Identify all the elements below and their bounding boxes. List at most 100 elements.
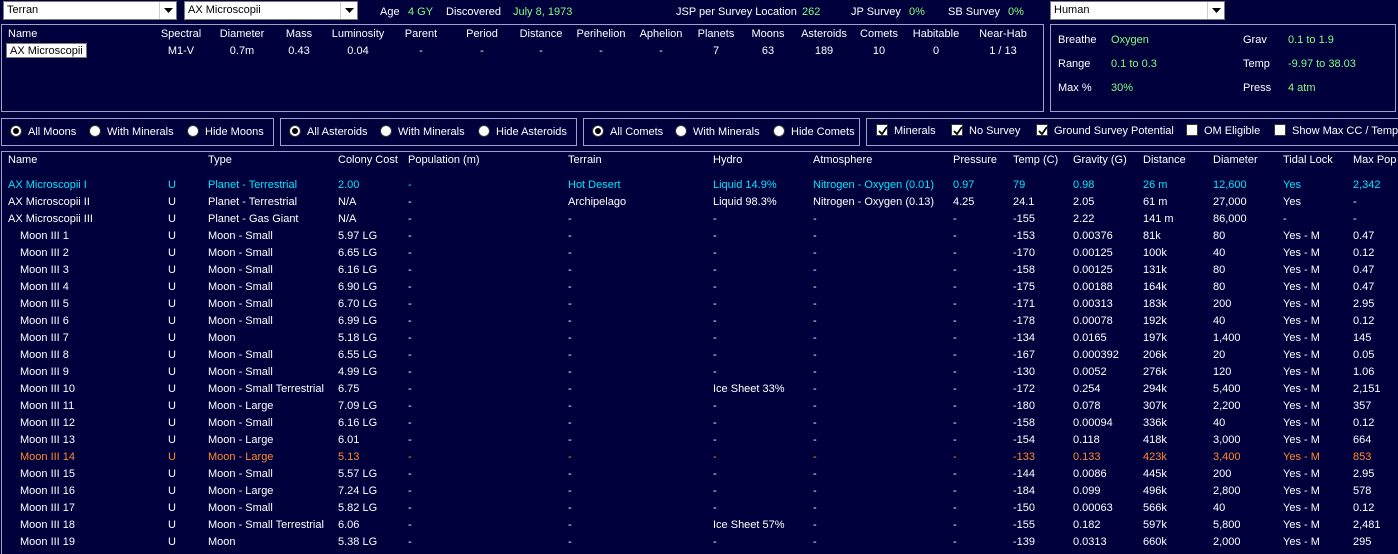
cell-terrain: - — [568, 383, 572, 395]
moons-with-minerals-label: With Minerals — [107, 126, 174, 138]
cell-name: Moon III 6 — [20, 315, 69, 327]
moons-with-minerals-radio[interactable]: With Minerals — [89, 125, 174, 139]
cell-terrain: - — [568, 519, 572, 531]
table-row[interactable]: Moon III 2 U Moon - Small 6.65 LG - - - - - -170 0… — [0, 245, 1398, 262]
cell-terrain: Archipelago — [568, 196, 627, 208]
summary-header-parent: Parent — [404, 28, 438, 40]
cell-maxpop: 578 — [1353, 485, 1372, 497]
col-header-name[interactable]: Name — [8, 154, 37, 166]
cell-dist: 276k — [1143, 366, 1167, 378]
minerals-checkbox[interactable]: Minerals — [876, 124, 936, 138]
cell-temp: -184 — [1013, 485, 1036, 497]
cell-dist: 26 m — [1143, 179, 1168, 191]
col-header-tidal-lock[interactable]: Tidal Lock — [1283, 154, 1333, 166]
no-survey-checkbox[interactable]: No Survey — [951, 124, 1020, 138]
table-row[interactable]: Moon III 1 U Moon - Small 5.97 LG - - - - - -153 0… — [0, 228, 1398, 245]
cell-name: Moon III 10 — [20, 383, 76, 395]
discovered-value: July 8, 1973 — [513, 6, 573, 18]
cell-maxpop: 0.12 — [1353, 502, 1375, 514]
cell-u: U — [168, 417, 176, 429]
cell-atmo: - — [813, 502, 817, 514]
all-comets-radio[interactable]: All Comets — [592, 125, 663, 139]
table-row[interactable]: Moon III 13 U Moon - Large 6.01 - - - - - -154 0.1… — [0, 432, 1398, 449]
table-row[interactable]: Moon III 14 U Moon - Large 5.13 - - - - - -133 0.1… — [0, 449, 1398, 466]
cell-hydro: - — [713, 417, 717, 429]
ground-survey-potential-checkbox[interactable]: Ground Survey Potential — [1036, 124, 1174, 138]
all-moons-radio[interactable]: All Moons — [10, 125, 76, 139]
col-header-distance[interactable]: Distance — [1143, 154, 1186, 166]
cell-type: Moon - Small Terrestrial — [208, 383, 324, 395]
col-header-gravity[interactable]: Gravity (G) — [1073, 154, 1127, 166]
cell-maxpop: - — [1353, 213, 1357, 225]
table-row[interactable]: AX Microscopii I U Planet - Terrestrial 2.0… — [0, 177, 1398, 194]
hide-moons-radio[interactable]: Hide Moons — [187, 125, 264, 139]
cell-hydro: Ice Sheet 33% — [713, 383, 785, 395]
cell-cc: 5.38 LG — [338, 536, 378, 548]
table-row[interactable]: Moon III 12 U Moon - Small 6.16 LG - - - - - -158… — [0, 415, 1398, 432]
cell-type: Moon - Small — [208, 349, 273, 361]
checkmark-icon — [1036, 124, 1048, 136]
col-header-diameter[interactable]: Diameter — [1213, 154, 1258, 166]
cell-press: - — [953, 247, 957, 259]
col-header-population[interactable]: Population (m) — [408, 154, 480, 166]
table-row[interactable]: AX Microscopii III U Planet - Gas Giant N/A… — [0, 211, 1398, 228]
table-row[interactable]: Moon III 15 U Moon - Small 5.57 LG - - - - - -144… — [0, 466, 1398, 483]
species-select[interactable]: Human — [1050, 1, 1225, 20]
col-header-colony-cost[interactable]: Colony Cost — [338, 154, 398, 166]
cell-atmo: - — [813, 349, 817, 361]
table-row[interactable]: Moon III 16 U Moon - Large 7.24 LG - - - - - -184… — [0, 483, 1398, 500]
table-row[interactable]: Moon III 6 U Moon - Small 6.99 LG - - - - - -178 0… — [0, 313, 1398, 330]
checkmark-icon — [951, 124, 963, 136]
cell-type: Planet - Terrestrial — [208, 196, 298, 208]
cell-cc: 5.13 — [338, 451, 360, 463]
cell-grav: 2.05 — [1073, 196, 1095, 208]
all-asteroids-radio[interactable]: All Asteroids — [289, 125, 368, 139]
cell-diam: 5,800 — [1213, 519, 1241, 531]
system-select[interactable]: AX Microscopii — [184, 1, 358, 20]
cell-dist: 423k — [1143, 451, 1167, 463]
cell-grav: 0.98 — [1073, 179, 1095, 191]
cell-name: Moon III 19 — [20, 536, 76, 548]
cell-dist: 418k — [1143, 434, 1167, 446]
cell-dist: 100k — [1143, 247, 1167, 259]
col-header-atmosphere[interactable]: Atmosphere — [813, 154, 872, 166]
show-max-cc-temp-checkbox[interactable]: Show Max CC / Temp — [1274, 124, 1398, 138]
col-header-terrain[interactable]: Terrain — [568, 154, 602, 166]
table-row[interactable]: AX Microscopii II U Planet - Terrestrial N/… — [0, 194, 1398, 211]
col-header-hydro[interactable]: Hydro — [713, 154, 742, 166]
col-header-type[interactable]: Type — [208, 154, 232, 166]
chevron-down-icon — [340, 2, 357, 19]
summary-header-mass: Mass — [285, 28, 313, 40]
table-row[interactable]: Moon III 5 U Moon - Small 6.70 LG - - - - - -171 0… — [0, 296, 1398, 313]
table-row[interactable]: Moon III 18 U Moon - Small Terrestrial 6.06… — [0, 517, 1398, 534]
checkbox-icon — [1274, 124, 1286, 136]
table-row[interactable]: Moon III 11 U Moon - Large 7.09 LG - - - - - -180… — [0, 398, 1398, 415]
cell-u: U — [168, 519, 176, 531]
race-select[interactable]: Terran — [3, 1, 177, 20]
table-row[interactable]: Moon III 19 U Moon 5.38 LG - - - - - -139 0.0313 66… — [0, 534, 1398, 551]
table-row[interactable]: Moon III 17 U Moon - Small 5.82 LG - - - - - -150… — [0, 500, 1398, 517]
table-row[interactable]: Moon III 7 U Moon 5.18 LG - - - - - -134 0.0165 197… — [0, 330, 1398, 347]
range-label: Range — [1058, 58, 1091, 70]
hide-comets-radio[interactable]: Hide Comets — [773, 125, 855, 139]
col-header-max-pop[interactable]: Max Pop — [1353, 154, 1396, 166]
table-row[interactable]: Moon III 8 U Moon - Small 6.55 LG - - - - - -167 0… — [0, 347, 1398, 364]
cell-u: U — [168, 213, 176, 225]
comets-with-minerals-radio[interactable]: With Minerals — [675, 125, 760, 139]
col-header-temp[interactable]: Temp (C) — [1013, 154, 1058, 166]
hide-asteroids-radio[interactable]: Hide Asteroids — [478, 125, 567, 139]
om-eligible-checkbox[interactable]: OM Eligible — [1186, 124, 1260, 138]
table-row[interactable]: Moon III 4 U Moon - Small 6.90 LG - - - - - -175 0… — [0, 279, 1398, 296]
summary-nearhab: 1 / 13 — [989, 45, 1017, 57]
cell-dist: 164k — [1143, 281, 1167, 293]
cell-u: U — [168, 383, 176, 395]
system-name-field[interactable]: AX Microscopii — [6, 43, 87, 58]
cell-u: U — [168, 434, 176, 446]
col-header-pressure[interactable]: Pressure — [953, 154, 997, 166]
asteroids-with-minerals-radio[interactable]: With Minerals — [380, 125, 465, 139]
cell-temp: -158 — [1013, 417, 1036, 429]
table-row[interactable]: Moon III 3 U Moon - Small 6.16 LG - - - - - -158 0… — [0, 262, 1398, 279]
cell-pop: - — [408, 315, 412, 327]
table-row[interactable]: Moon III 10 U Moon - Small Terrestrial 6.75… — [0, 381, 1398, 398]
table-row[interactable]: Moon III 9 U Moon - Small 4.99 LG - - - - - -130 0… — [0, 364, 1398, 381]
